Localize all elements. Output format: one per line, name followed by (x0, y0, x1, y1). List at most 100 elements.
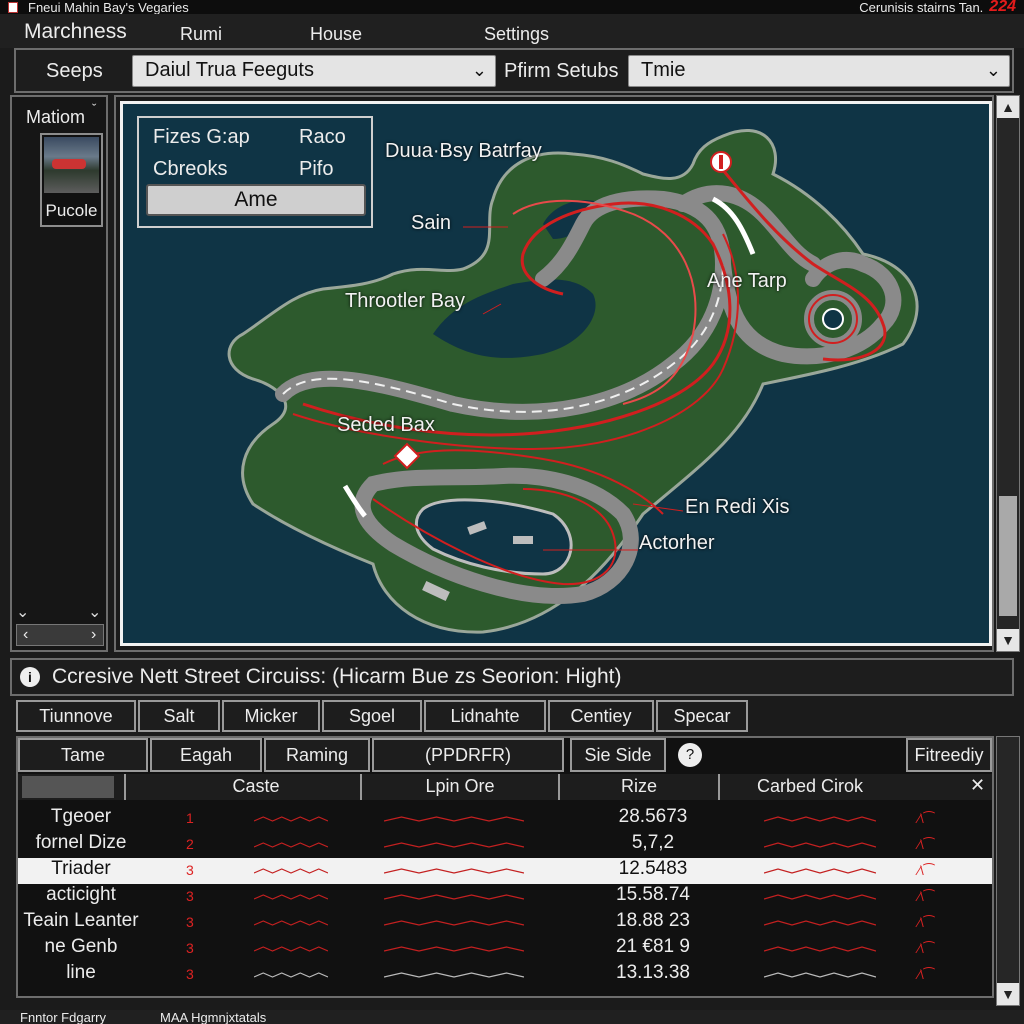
row-sparkline (764, 894, 876, 900)
map-label-throttler-bay: Throotler Bay (345, 290, 466, 312)
close-icon[interactable]: ✕ (970, 775, 985, 796)
tab-micker[interactable]: Micker (222, 700, 320, 732)
window-right-text: Cerunisis stairns Tan. (859, 0, 984, 15)
scroll-up-icon[interactable]: ▲ (997, 96, 1019, 118)
car-thumbnail[interactable]: Pucole (40, 133, 103, 227)
menu-item-settings[interactable]: Settings (484, 24, 549, 45)
thumbnail-caption: Pucole (45, 201, 98, 220)
row-trend-icon: ⁄\⁀ (918, 863, 935, 878)
app-icon (8, 1, 18, 13)
row-value: 5,7,2 (631, 832, 675, 853)
legend-item: Pifo (299, 158, 334, 180)
scrollbar-thumb[interactable] (999, 496, 1017, 616)
column-header[interactable]: Tame (18, 738, 148, 772)
car-image (44, 137, 99, 193)
ame-button[interactable]: Ame (146, 184, 366, 216)
row-sparkline (384, 920, 524, 926)
row-trend-icon: ⁄\⁀ (918, 811, 935, 826)
row-index: 3 (186, 862, 194, 878)
row-value: 13.13.38 (616, 962, 690, 983)
help-icon[interactable]: ? (678, 743, 702, 767)
table-row[interactable]: acticight 3 15.58.74 ⁄\⁀ (18, 884, 992, 910)
menu-item-marchness[interactable]: Marchness (24, 20, 127, 44)
legend-item: Fizes G:ap (153, 126, 250, 148)
column-subheader[interactable]: Lpin Ore (362, 774, 560, 800)
status-left: Fnntor Fdgarry (20, 1010, 106, 1024)
menu-item-rumi[interactable]: Rumi (180, 24, 222, 45)
time-select-value: Tmie (641, 59, 686, 81)
map-label-ane-tarp: Ane Tarp (707, 270, 787, 292)
tab-sgoel[interactable]: Sgoel (322, 700, 422, 732)
chevron-down-icon[interactable]: ˇ (92, 101, 96, 116)
status-bar: Fnntor Fdgarry MAA Hgmnjxtatals (0, 1010, 1024, 1024)
row-sparkline (254, 894, 328, 900)
chevron-down-icon[interactable]: ⌄ (88, 602, 101, 622)
table-row[interactable]: Triader 3 12.5483 ⁄\⁀ (18, 858, 992, 884)
map-label-seded-bax: Seded Bax (337, 414, 435, 436)
chevron-down-icon[interactable]: ⌄ (16, 602, 29, 622)
map-panel: Fizes G:ap Raco Cbreoks Pifo Ame Duua·Bs… (114, 95, 994, 652)
row-name: line (66, 962, 96, 983)
column-header[interactable]: Eagah (150, 738, 262, 772)
row-sparkline (384, 946, 524, 952)
table-vertical-scrollbar[interactable]: ▼ (996, 736, 1020, 1006)
row-sparkline (764, 972, 876, 978)
column-header[interactable]: Fitreediy (906, 738, 992, 772)
column-header[interactable]: Raming (264, 738, 370, 772)
subheader-block (22, 776, 114, 798)
row-sparkline (764, 842, 876, 848)
table-subheader: Caste Lpin Ore Rize Carbed Cirok ✕ (18, 774, 992, 800)
row-sparkline (764, 920, 876, 926)
table-row[interactable]: line 3 13.13.38 ⁄\⁀ (18, 962, 992, 988)
row-value: 21 €81 9 (616, 936, 690, 957)
row-name: Triader (51, 858, 111, 879)
row-sparkline (764, 816, 876, 822)
row-index: 3 (186, 966, 194, 982)
column-header[interactable]: Sie Side (570, 738, 666, 772)
table-row[interactable]: fornel Dize 2 5,7,2 ⁄\⁀ (18, 832, 992, 858)
table-row[interactable]: ne Genb 3 21 €81 9 ⁄\⁀ (18, 936, 992, 962)
row-sparkline (254, 972, 328, 978)
row-trend-icon: ⁄\⁀ (918, 889, 935, 904)
scroll-down-icon[interactable]: ▼ (997, 629, 1019, 651)
tab-salt[interactable]: Salt (138, 700, 220, 732)
row-trend-icon: ⁄\⁀ (918, 941, 935, 956)
map-vertical-scrollbar[interactable]: ▲ ▼ (996, 95, 1020, 652)
row-value: 15.58.74 (616, 884, 690, 905)
menu-item-house[interactable]: House (310, 24, 362, 45)
table-row[interactable]: Teain Leanter 3 18.88 23 ⁄\⁀ (18, 910, 992, 936)
row-name: Tgeoer (50, 806, 112, 827)
horizontal-scrollbar[interactable]: ‹ › (16, 624, 104, 646)
time-select[interactable]: Tmie ⌄ (628, 55, 1010, 87)
chevron-left-icon[interactable]: ‹ (23, 626, 28, 644)
circuit-info-text: Ccresive Nett Street Circuiss: (Hicarm B… (52, 665, 622, 688)
tab-centiey[interactable]: Centiey (548, 700, 654, 732)
feed-select[interactable]: Daiul Trua Feeguts ⌄ (132, 55, 496, 87)
tab-tiunnove[interactable]: Tiunnove (16, 700, 136, 732)
table-row[interactable]: Tgeoer 1 28.5673 ⁄\⁀ (18, 806, 992, 832)
status-right: MAA Hgmnjxtatals (160, 1010, 267, 1024)
toolbar: Seeps Daiul Trua Feeguts ⌄ Pfirm Setubs … (14, 48, 1014, 93)
row-trend-icon: ⁄\⁀ (918, 837, 935, 852)
row-sparkline (764, 868, 876, 874)
results-table: Tame Eagah Raming (PPDRFR) Sie Side ? Fi… (16, 736, 994, 998)
sidebar-title[interactable]: Matiom (26, 107, 85, 128)
chevron-right-icon[interactable]: › (91, 626, 96, 644)
map-label-bay-top: Duua·Bsy Batrfay (385, 140, 542, 162)
scroll-down-icon[interactable]: ▼ (997, 983, 1019, 1005)
row-sparkline (384, 972, 524, 978)
row-sparkline (254, 868, 328, 874)
column-subheader[interactable]: Caste (152, 774, 362, 800)
row-sparkline (384, 868, 524, 874)
column-subheader[interactable]: Carbed Cirok (720, 774, 900, 800)
circuit-map[interactable]: Fizes G:ap Raco Cbreoks Pifo Ame Duua·Bs… (120, 101, 992, 646)
row-sparkline (384, 816, 524, 822)
map-legend: Fizes G:ap Raco Cbreoks Pifo Ame (137, 116, 373, 228)
map-label-actorher: Actorher (639, 532, 715, 554)
feed-select-value: Daiul Trua Feeguts (145, 59, 314, 81)
column-header[interactable]: (PPDRFR) (372, 738, 564, 772)
tab-specar[interactable]: Specar (656, 700, 748, 732)
row-name: Teain Leanter (23, 910, 139, 931)
column-subheader[interactable]: Rize (560, 774, 720, 800)
tab-lidnahte[interactable]: Lidnahte (424, 700, 546, 732)
